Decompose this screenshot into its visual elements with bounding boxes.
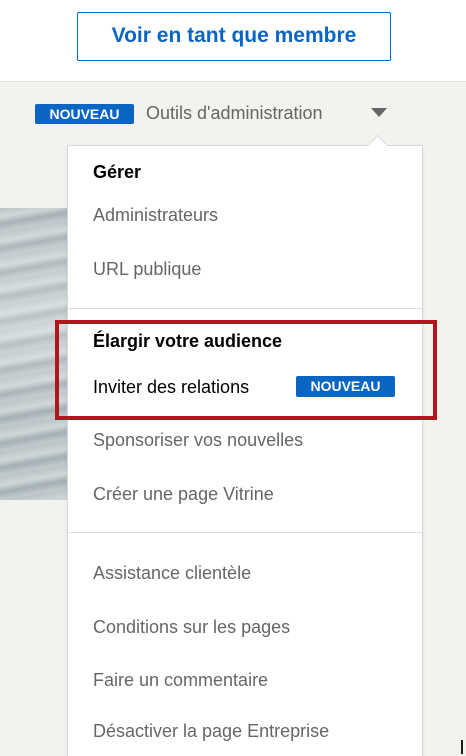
menu-item-page-terms[interactable]: Conditions sur les pages: [93, 615, 290, 639]
menu-item-create-showcase-page[interactable]: Créer une page Vitrine: [93, 482, 274, 506]
caret-down-icon[interactable]: [371, 108, 387, 117]
menu-item-deactivate-company-page[interactable]: Désactiver la page Entreprise: [93, 719, 329, 743]
menu-divider: [68, 532, 422, 533]
menu-item-feedback[interactable]: Faire un commentaire: [93, 668, 268, 692]
new-badge: NOUVEAU: [35, 104, 134, 124]
text-cursor-mark: [461, 740, 463, 754]
menu-item-administrators[interactable]: Administrateurs: [93, 203, 218, 227]
menu-heading-manage: Gérer: [93, 162, 142, 182]
menu-item-sponsor-updates[interactable]: Sponsoriser vos nouvelles: [93, 428, 303, 452]
menu-item-customer-support[interactable]: Assistance clientèle: [93, 561, 251, 585]
menu-item-public-url[interactable]: URL publique: [93, 257, 201, 281]
admin-tools-dropdown-toggle[interactable]: Outils d'administration: [146, 101, 323, 125]
view-as-member-button[interactable]: Voir en tant que membre: [77, 12, 391, 61]
menu-divider: [68, 308, 422, 309]
highlight-annotation-box: [55, 320, 437, 420]
